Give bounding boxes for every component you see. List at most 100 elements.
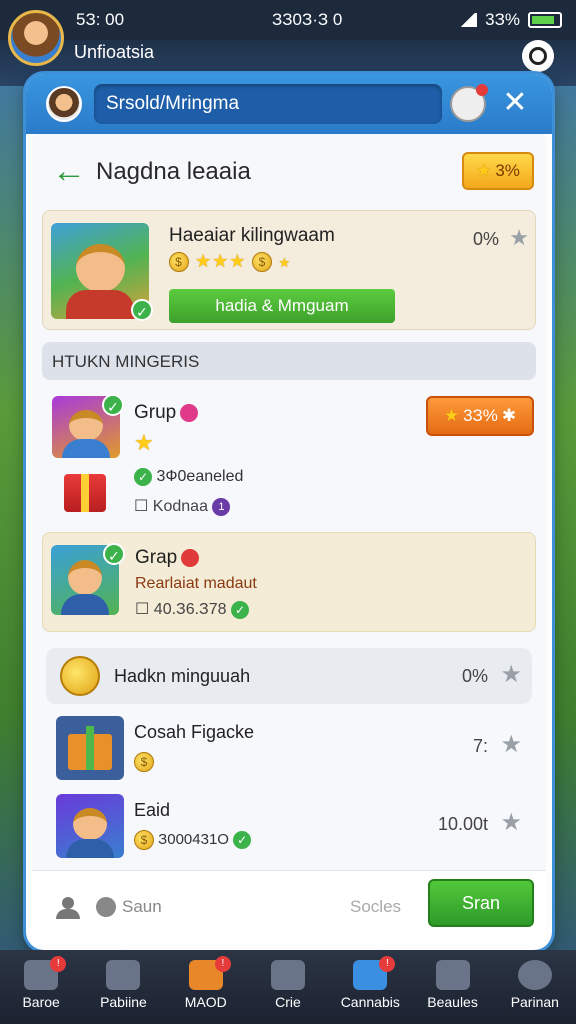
people-icon[interactable] [56, 897, 80, 919]
nav-item-profile[interactable]: Pabiine [82, 950, 164, 1024]
item-value: 7: [472, 736, 488, 756]
portrait-face [68, 560, 102, 596]
content-header: ← Nagdna leaaia ★ 3% [32, 134, 546, 208]
notification-icon[interactable] [450, 84, 488, 122]
favorite-star-icon[interactable]: ★ [500, 808, 522, 837]
portrait-face [69, 409, 103, 441]
group-entry-1[interactable]: ✓ Grup ★ ✓ 3Ф0eaneled ☐ Kodnaa 1 ★ 3З% ✱ [42, 390, 536, 526]
nav-label: MAOD [184, 994, 227, 1010]
modal-content: ← Nagdna leaaia ★ 3% ✓ Haeaiar kilingwaa… [32, 134, 546, 944]
globe-icon [96, 897, 116, 917]
featured-action-button[interactable]: hadia & Mmguam [169, 289, 395, 323]
item-portrait [56, 794, 124, 858]
target-icon[interactable] [522, 40, 554, 72]
star-icon: ★ [476, 161, 492, 180]
group1-line2: ☐ Kodnaa 1 [134, 496, 231, 516]
group1-title: Grup [134, 402, 199, 424]
group1-title-text: Grup [134, 402, 177, 423]
group1-star-badge[interactable]: ★ 3З% ✱ [426, 396, 534, 436]
start-button[interactable]: Sran [428, 879, 534, 927]
coin-icon: $ [169, 252, 189, 273]
featured-percent: 0% [472, 229, 499, 249]
featured-title: Haeaiar kilingwaam [169, 225, 335, 246]
check-icon: ✓ [134, 468, 152, 486]
nav-item-parinan[interactable]: Parinan [494, 950, 576, 1024]
nav-label: Pabiine [100, 994, 147, 1010]
portrait-body [61, 594, 109, 615]
nav-item-channels[interactable]: Cannabis ! [329, 950, 411, 1024]
section-header: HTUKN MINGERIS [42, 342, 536, 380]
item-value: 10.00t [437, 814, 488, 834]
nav-label: Parinan [510, 994, 559, 1010]
item-coin: $ [134, 752, 154, 772]
nav-label: Baroe [22, 994, 60, 1010]
status-icons: 3З% [459, 10, 562, 30]
favorite-star-icon[interactable]: ★ [500, 660, 522, 689]
check-icon: ✓ [131, 299, 153, 321]
star-icon: ★ [134, 430, 154, 455]
player-avatar[interactable] [8, 10, 64, 66]
feather-icon [517, 960, 552, 990]
item-title: Cosah Figacke [134, 722, 255, 742]
group2-title-text: Grap [135, 547, 178, 568]
nav-badge: ! [214, 956, 231, 972]
portrait-body [66, 838, 114, 858]
edit-icon: ☐ [135, 601, 150, 618]
coin-icon [60, 656, 100, 696]
nav-label: Crie [275, 994, 301, 1010]
star-icon: ★★★ [195, 251, 247, 271]
modal-avatar [46, 86, 82, 122]
save-button[interactable]: Saun [122, 897, 162, 917]
gift-icon [56, 716, 124, 780]
coin-row[interactable]: Hadkn minguuah 0% ★ [46, 648, 532, 704]
group2-line1: Rearlaiat madaut [135, 575, 257, 592]
group-entry-2[interactable]: ✓ Grap Rearlaiat madaut ☐ 40.З6.З78 ✓ [42, 532, 536, 632]
info-icon: 1 [212, 497, 231, 516]
portrait-body [62, 439, 110, 458]
battery-icon [528, 12, 562, 28]
portrait-face [75, 244, 125, 293]
pin-icon [181, 548, 200, 567]
list-item[interactable]: Eaid $ З000431О ✓ 10.00t ★ [46, 794, 532, 864]
check-icon: ✓ [102, 394, 124, 416]
group2-title: Grap [135, 547, 200, 569]
nav-label: Cannabis [340, 994, 400, 1010]
sparkle-icon: ✱ [501, 406, 517, 425]
favorite-star-icon[interactable]: ★ [500, 730, 522, 759]
socials-button[interactable]: Socles [350, 897, 401, 917]
close-button[interactable]: ✕ [500, 88, 530, 118]
featured-rating: $ ★★★ $ ★ [169, 251, 292, 273]
list-item[interactable]: Cosah Figacke $ 7: ★ [46, 716, 532, 786]
nav-item-map[interactable]: MAOD ! [165, 950, 247, 1024]
coin-row-percent: 0% [461, 666, 488, 686]
favorite-star-icon[interactable]: ★ [509, 225, 529, 251]
star-percent-badge[interactable]: ★ 3% [462, 152, 534, 190]
item-title: Eaid [134, 800, 171, 820]
status-time: 5З: 00 [76, 10, 125, 29]
star-percent-value: 3% [495, 161, 520, 180]
nav-label: Beaules [427, 994, 478, 1010]
dice-icon [435, 960, 470, 990]
nav-item-home[interactable]: Baroe ! [0, 950, 82, 1024]
camera-icon [270, 960, 305, 990]
nav-item-beaules[interactable]: Beaules [411, 950, 493, 1024]
group1-line1: ✓ 3Ф0eaneled [134, 468, 243, 486]
back-arrow-icon[interactable]: ← [52, 152, 86, 191]
group1-pill-value: 3З% [463, 406, 498, 425]
modal-footer: Saun Socles Sran [32, 870, 546, 944]
pin-icon [180, 403, 199, 422]
player-name: Unfioatsia [74, 42, 155, 62]
group1-line1-text: 3Ф0eaneled [156, 468, 244, 486]
star-icon: ★ [278, 255, 292, 270]
item-sub-text: З000431О [158, 830, 229, 848]
star-icon: ★ [443, 406, 460, 425]
check-icon: ✓ [103, 543, 125, 565]
portrait-face [73, 808, 107, 841]
coin-icon: $ [134, 830, 154, 850]
coin-icon: $ [252, 252, 273, 273]
nav-item-crie[interactable]: Crie [247, 950, 329, 1024]
check-icon: ✓ [233, 831, 252, 849]
coin-row-title: Hadkn minguuah [114, 666, 251, 686]
featured-card[interactable]: ✓ Haeaiar kilingwaam $ ★★★ $ ★ 0% ★ hadi… [42, 210, 536, 330]
portrait-body [65, 290, 135, 319]
